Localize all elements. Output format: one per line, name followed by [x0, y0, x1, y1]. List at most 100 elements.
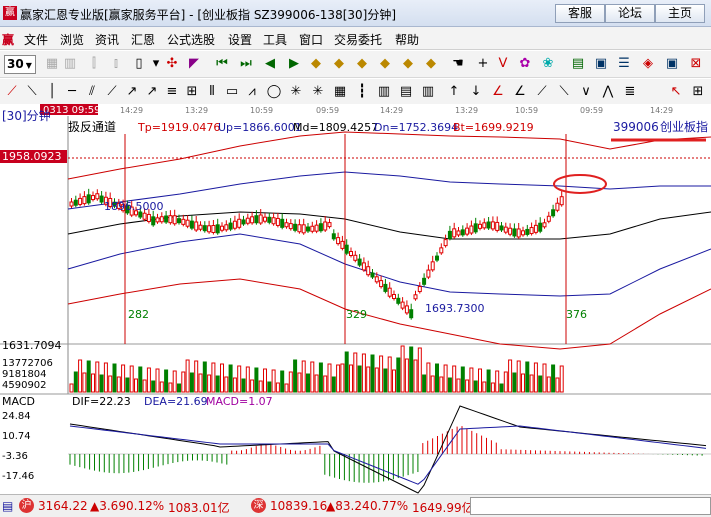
diamond-1-icon[interactable]: ◆ [308, 56, 324, 72]
volume-bar [207, 374, 212, 393]
bar-chart-icon[interactable]: ▯ [131, 56, 147, 72]
volume-bar [241, 378, 246, 393]
pattern-icon[interactable]: ✿ [517, 56, 533, 72]
volume-bar [297, 372, 302, 393]
menu-stock-screener[interactable]: 公式选股 [167, 31, 215, 48]
diamond-4-icon[interactable]: ◆ [377, 56, 393, 72]
calendar-icon[interactable]: ▤ [570, 56, 586, 72]
draw-cycle-icon[interactable]: ⦀ [204, 84, 220, 100]
volume-bar [116, 376, 121, 393]
menu-news[interactable]: 资讯 [95, 31, 119, 48]
candle-body [164, 215, 169, 223]
draw-angle-icon[interactable]: ∠ [490, 84, 506, 100]
screen-icon[interactable]: ▣ [664, 56, 680, 72]
draw-lines-icon[interactable]: ≣ [622, 84, 638, 100]
diamond-3-icon[interactable]: ◆ [354, 56, 370, 72]
draw-circle-icon[interactable]: ◯ [266, 84, 282, 100]
exit-icon[interactable]: ⊠ [688, 56, 704, 72]
prev-icon[interactable]: ◀ [262, 56, 278, 72]
dropdown-icon[interactable]: ▾ [148, 56, 164, 72]
draw-line-icon[interactable]: ⟋ [4, 84, 20, 100]
crosshair-icon[interactable]: + [475, 56, 491, 72]
candle-body [525, 228, 530, 235]
draw-gann-icon[interactable]: ⊞ [184, 84, 200, 100]
draw-text-icon[interactable]: ▥ [376, 84, 392, 100]
volume-bar [379, 355, 384, 393]
graph-icon[interactable]: ❀ [540, 56, 556, 72]
draw-channel-icon[interactable]: ⟋ [104, 84, 120, 100]
chart-area[interactable]: 14:29 13:29 10:59 09:59 14:29 13:29 10:59 09:59… [0, 104, 711, 494]
volume-bar [155, 368, 160, 393]
up-value: Up=1866.6001 [218, 121, 302, 134]
index2-icon[interactable]: 深 [251, 498, 266, 513]
draw-zigzag-icon[interactable]: ⋀ [600, 84, 616, 100]
draw-settings-icon[interactable]: ⊞ [690, 84, 706, 100]
command-input[interactable] [470, 497, 711, 515]
list-icon[interactable]: ☰ [616, 56, 632, 72]
volume-bar [73, 371, 78, 393]
draw-box-icon[interactable]: ▥ [420, 84, 436, 100]
grid-icon[interactable]: ▦ [44, 56, 60, 72]
draw-arrow-icon[interactable]: ↗ [144, 84, 160, 100]
line-tool-icon[interactable]: ᐯ [495, 56, 511, 72]
menu-settings[interactable]: 设置 [228, 31, 252, 48]
flag-icon[interactable]: ◤ [186, 56, 202, 72]
menu-trade[interactable]: 交易委托 [334, 31, 382, 48]
draw-fan-icon[interactable]: ✳ [288, 84, 304, 100]
draw-up-arrow-icon[interactable]: ↑ [446, 84, 462, 100]
draw-horizontal-icon[interactable]: ─ [64, 84, 80, 100]
draw-angle2-icon[interactable]: ∠ [512, 84, 528, 100]
next-icon[interactable]: ▶ [286, 56, 302, 72]
candle-body [383, 283, 388, 292]
menu-tools[interactable]: 工具 [263, 31, 287, 48]
candle-body [250, 216, 255, 224]
macd-panel [68, 405, 711, 494]
period-select[interactable]: 30 ▼ [4, 55, 36, 74]
draw-slope2-icon[interactable]: ⟍ [556, 84, 572, 100]
draw-down-arrow-icon[interactable]: ↓ [468, 84, 484, 100]
diamond-2-icon[interactable]: ◆ [331, 56, 347, 72]
last-icon[interactable]: ⏭ [238, 56, 254, 72]
status-menu-icon[interactable]: ▤ [2, 499, 13, 513]
monitor-icon[interactable]: ▣ [593, 56, 609, 72]
alarm-icon[interactable]: ◈ [640, 56, 656, 72]
draw-marker-icon[interactable]: ▤ [398, 84, 414, 100]
grid2-icon[interactable]: ▥ [62, 56, 78, 72]
draw-rect-icon[interactable]: ▭ [224, 84, 240, 100]
forum-button[interactable]: 论坛 [605, 4, 655, 23]
hand-icon[interactable]: ☚ [450, 56, 466, 72]
index1-icon[interactable]: 沪 [19, 498, 34, 513]
draw-fibonacci-icon[interactable]: ≡ [164, 84, 180, 100]
candle-body [521, 230, 525, 236]
menu-help[interactable]: 帮助 [395, 31, 419, 48]
draw-vertical-icon[interactable]: │ [44, 84, 60, 100]
kline-chart[interactable]: 14:29 13:29 10:59 09:59 14:29 13:29 10:59 09:59… [0, 104, 711, 494]
draw-bar-icon[interactable]: ┇ [354, 84, 370, 100]
volume-tick-3: 4590902 [2, 380, 47, 391]
draw-parallel-icon[interactable]: ⫽ [84, 84, 100, 100]
candle2-icon[interactable]: ⫾ [108, 56, 124, 72]
price-min-label: 1631.7094 [2, 339, 62, 352]
homepage-button[interactable]: 主页 [655, 4, 705, 23]
first-icon[interactable]: ⏮ [214, 56, 230, 72]
volume-bar [288, 371, 293, 393]
draw-segment-icon[interactable]: ⟍ [24, 84, 40, 100]
menu-window[interactable]: 窗口 [299, 31, 323, 48]
refresh-icon[interactable]: ✣ [164, 56, 180, 72]
menu-browse[interactable]: 浏览 [60, 31, 84, 48]
diamond-5-icon[interactable]: ◆ [400, 56, 416, 72]
draw-wave-icon[interactable]: ⩘ [244, 84, 260, 100]
draw-ray-icon[interactable]: ↗ [124, 84, 140, 100]
customer-service-button[interactable]: 客服 [555, 4, 605, 23]
diamond-6-icon[interactable]: ◆ [423, 56, 439, 72]
draw-v-icon[interactable]: ∨ [578, 84, 594, 100]
draw-slope-icon[interactable]: ⟋ [534, 84, 550, 100]
menu-huien[interactable]: 汇恩 [131, 31, 155, 48]
draw-grid-icon[interactable]: ▦ [332, 84, 348, 100]
candle-icon[interactable]: ⫿ [86, 56, 102, 72]
index2-value: 10839.16 [270, 499, 328, 513]
menu-file[interactable]: 文件 [24, 31, 48, 48]
draw-speed-icon[interactable]: ✳ [310, 84, 326, 100]
draw-clear-icon[interactable]: ↖ [668, 84, 684, 100]
candle-body [460, 229, 465, 236]
